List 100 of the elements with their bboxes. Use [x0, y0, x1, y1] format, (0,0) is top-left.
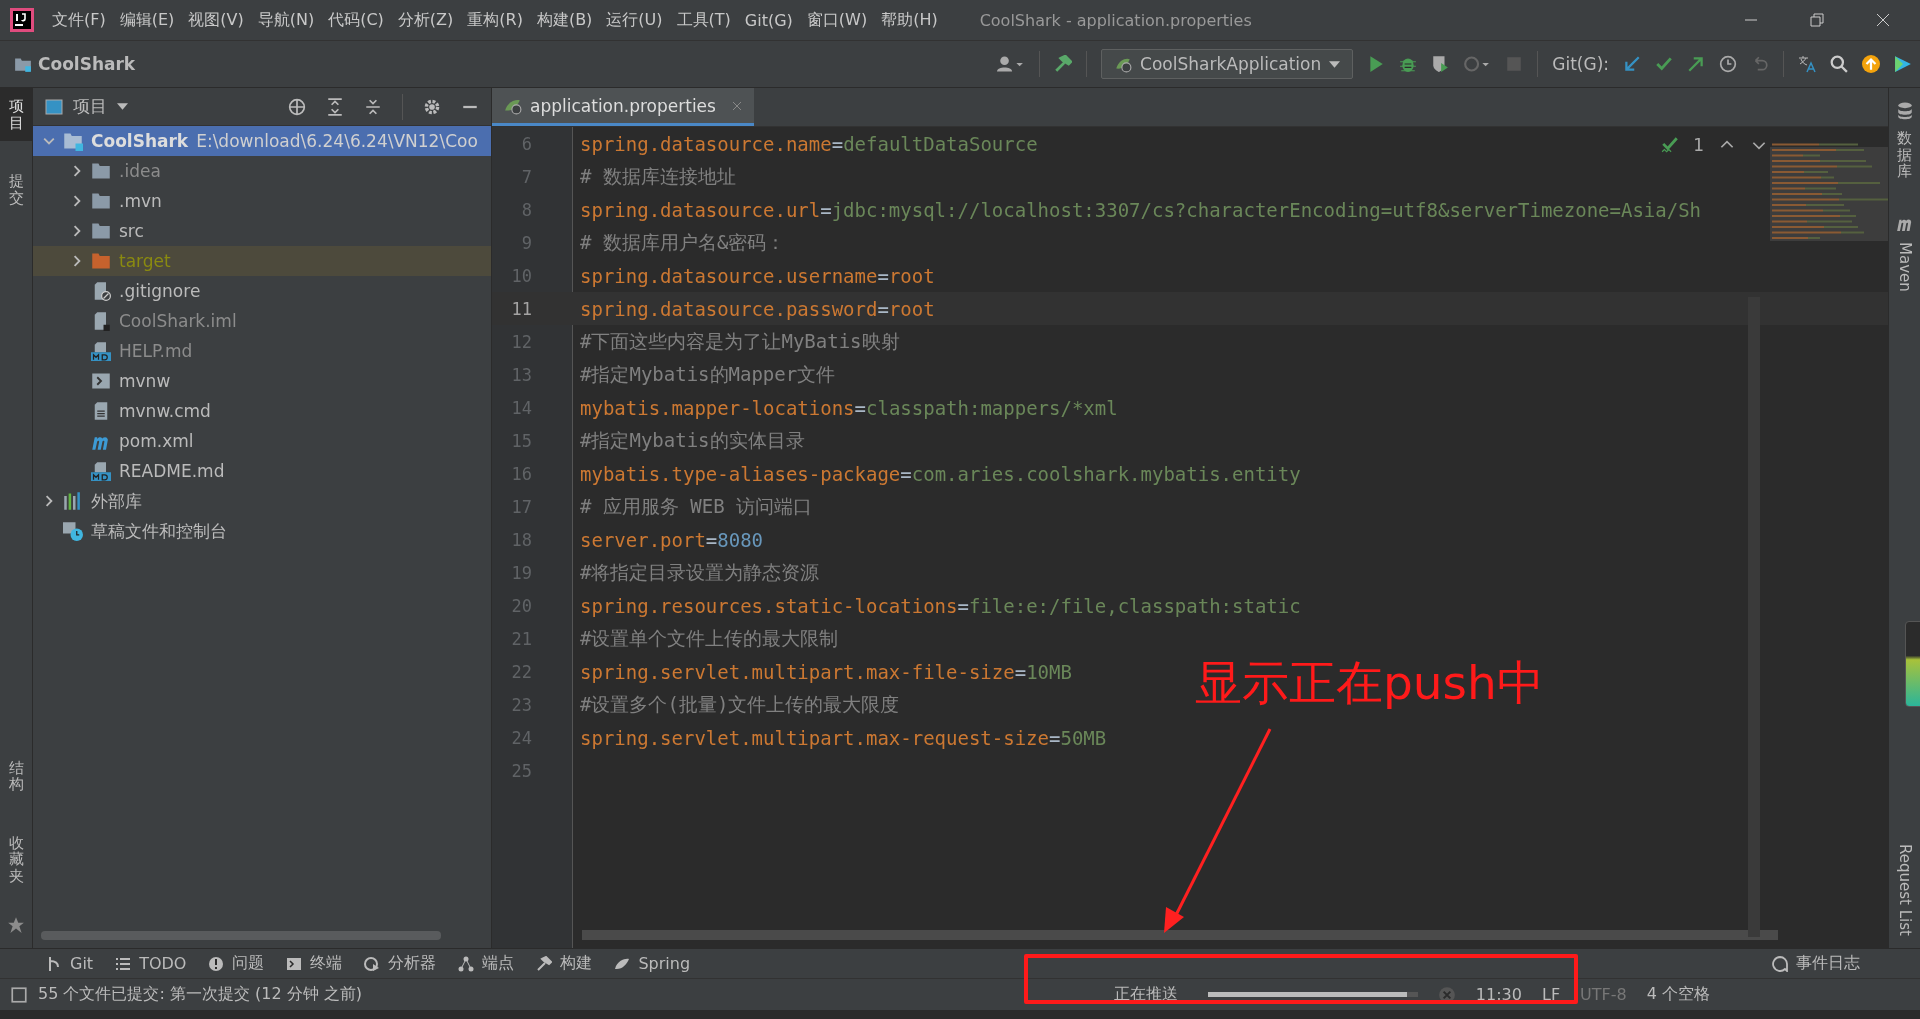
translate-icon[interactable] [1798, 55, 1816, 73]
tree-item[interactable]: 草稿文件和控制台 [91, 519, 227, 543]
folder-icon [63, 131, 83, 151]
arrow-down-left-icon[interactable] [1623, 55, 1641, 73]
menu-item[interactable]: 文件(F) [52, 9, 106, 31]
tree-item[interactable]: src [119, 221, 144, 241]
caret-position[interactable]: 11:30 [1475, 985, 1522, 1004]
checkmark-icon[interactable] [1655, 55, 1673, 73]
tree-item[interactable]: mvnw [119, 371, 171, 391]
tool-window-tab[interactable]: 数据库 [1897, 130, 1912, 180]
caret-icon[interactable] [117, 103, 128, 110]
tree-item[interactable]: pom.xml [119, 431, 194, 451]
plugin-logo-icon[interactable] [1894, 55, 1912, 73]
menu-item[interactable]: 构建(B) [536, 9, 593, 31]
chevron-icon[interactable] [71, 165, 83, 177]
chevron-icon[interactable] [71, 225, 83, 237]
menu-item[interactable]: 导航(N) [257, 9, 315, 31]
clock-icon[interactable] [1719, 55, 1737, 73]
code-line: #下面这些内容是为了让MyBatis映射 [580, 328, 900, 354]
crosshair-icon[interactable] [288, 97, 306, 116]
tree-item[interactable]: .gitignore [119, 281, 201, 301]
expand-all-icon[interactable] [326, 97, 344, 116]
chevron-icon[interactable] [71, 195, 83, 207]
code-line: server.port=8080 [580, 528, 764, 551]
code-line: spring.servlet.multipart.max-file-size=10MB [580, 660, 1072, 683]
search-icon[interactable] [1830, 55, 1848, 73]
chevron-icon[interactable] [43, 135, 55, 147]
tool-window-tab[interactable]: 收藏夹 [0, 824, 33, 894]
project-view-dropdown[interactable]: 项目 [73, 95, 107, 118]
speech-bubble-icon [1772, 955, 1788, 972]
tool-window-button[interactable]: Spring [614, 954, 691, 973]
menu-item[interactable]: 分析(Z) [397, 9, 454, 31]
code-line: #设置多个(批量)文件上传的最大限度 [580, 691, 900, 717]
menu-item[interactable]: 窗口(W) [806, 9, 868, 31]
tool-window-button[interactable]: TODO [115, 954, 187, 973]
tool-window-button[interactable]: Git [46, 954, 94, 973]
status-message[interactable]: 55 个文件已提交: 第一次提交 (12 分钟 之前) [38, 984, 363, 1005]
scrollbar[interactable] [582, 930, 1778, 940]
tool-window-tab[interactable]: 项目 [0, 88, 33, 141]
tree-item[interactable]: HELP.md [119, 341, 193, 361]
hammer-icon[interactable] [1054, 55, 1073, 73]
tool-window-button[interactable]: 构建 [536, 953, 593, 974]
tool-window-button[interactable]: 端点 [458, 953, 515, 974]
annotation-text: 显示正在push中 [1195, 654, 1544, 712]
code-line: #指定Mybatis的实体目录 [580, 427, 805, 453]
inspection-count: 1 [1693, 135, 1704, 155]
tree-item[interactable]: .idea [119, 161, 161, 181]
scrollbar[interactable] [1748, 297, 1760, 937]
tree-item[interactable]: .mvn [119, 191, 162, 211]
menu-item[interactable]: Git(G) [744, 10, 793, 30]
checkmark-icon[interactable] [1661, 136, 1680, 154]
chevron-icon[interactable] [43, 495, 55, 507]
editor-tab[interactable]: application.properties [492, 88, 754, 126]
tool-window-tab[interactable]: Request List [1895, 844, 1914, 936]
scrollbar[interactable] [41, 931, 441, 940]
folder-icon [91, 251, 111, 271]
tree-item[interactable]: CoolShark [91, 131, 189, 151]
tree-item[interactable]: mvnw.cmd [119, 401, 211, 421]
line-number: 11 [510, 298, 532, 319]
close-icon[interactable] [1876, 13, 1890, 27]
menu-item[interactable]: 帮助(H) [881, 9, 938, 31]
menu-item[interactable]: 重构(R) [467, 9, 523, 31]
window-title: CoolShark - application.properties [979, 10, 1252, 30]
menu-item[interactable]: 工具(T) [676, 9, 731, 31]
code-editor[interactable] [492, 127, 1888, 948]
project-name[interactable]: CoolShark [38, 54, 136, 74]
collapse-all-icon[interactable] [364, 97, 382, 116]
tool-window-tab[interactable]: Maven [1895, 241, 1914, 292]
panel-toggle-icon[interactable] [10, 985, 28, 1004]
restore-icon[interactable] [1810, 13, 1824, 27]
shield-icon[interactable] [1431, 55, 1450, 73]
tree-item[interactable]: README.md [119, 461, 225, 481]
run-configuration-dropdown[interactable]: CoolSharkApplication [1101, 49, 1354, 79]
chevron-icon[interactable] [71, 255, 83, 267]
tool-window-button[interactable]: 终端 [286, 953, 343, 974]
menu-item[interactable]: 视图(V) [188, 9, 244, 31]
bug-icon[interactable] [1399, 55, 1418, 73]
settings-icon[interactable] [423, 97, 441, 116]
code-line: spring.resources.static-locations=file:e:/file,classpath:static [580, 594, 1301, 617]
tree-item[interactable]: 外部库 [91, 489, 142, 513]
tree-item[interactable]: CoolShark.iml [119, 311, 237, 331]
tool-window-button[interactable]: 问题 [208, 953, 265, 974]
code-line: # 应用服务 WEB 访问端口 [580, 493, 813, 519]
tool-window-button[interactable]: 分析器 [364, 953, 437, 974]
event-log-button[interactable]: 事件日志 [1772, 953, 1860, 974]
menu-item[interactable]: 代码(C) [328, 9, 384, 31]
window-icon [45, 97, 63, 116]
line-separator[interactable]: LF [1541, 985, 1561, 1004]
menu-item[interactable]: 编辑(E) [119, 9, 175, 31]
menu-item[interactable]: 运行(U) [606, 9, 663, 31]
code-line: mybatis.mapper-locations=classpath:mappers/*xml [580, 396, 1118, 419]
gauge-icon [364, 955, 381, 972]
caret-icon [1329, 60, 1341, 68]
tool-window-tab[interactable]: 结构 [0, 749, 33, 803]
branch-icon [46, 955, 62, 972]
update-icon[interactable] [1862, 55, 1880, 73]
markdown-file-icon [91, 341, 111, 361]
tool-window-tab[interactable]: 提交 [0, 163, 33, 216]
arrow-up-right-icon[interactable] [1687, 55, 1705, 73]
indent-setting[interactable]: 4 个空格 [1646, 984, 1710, 1005]
